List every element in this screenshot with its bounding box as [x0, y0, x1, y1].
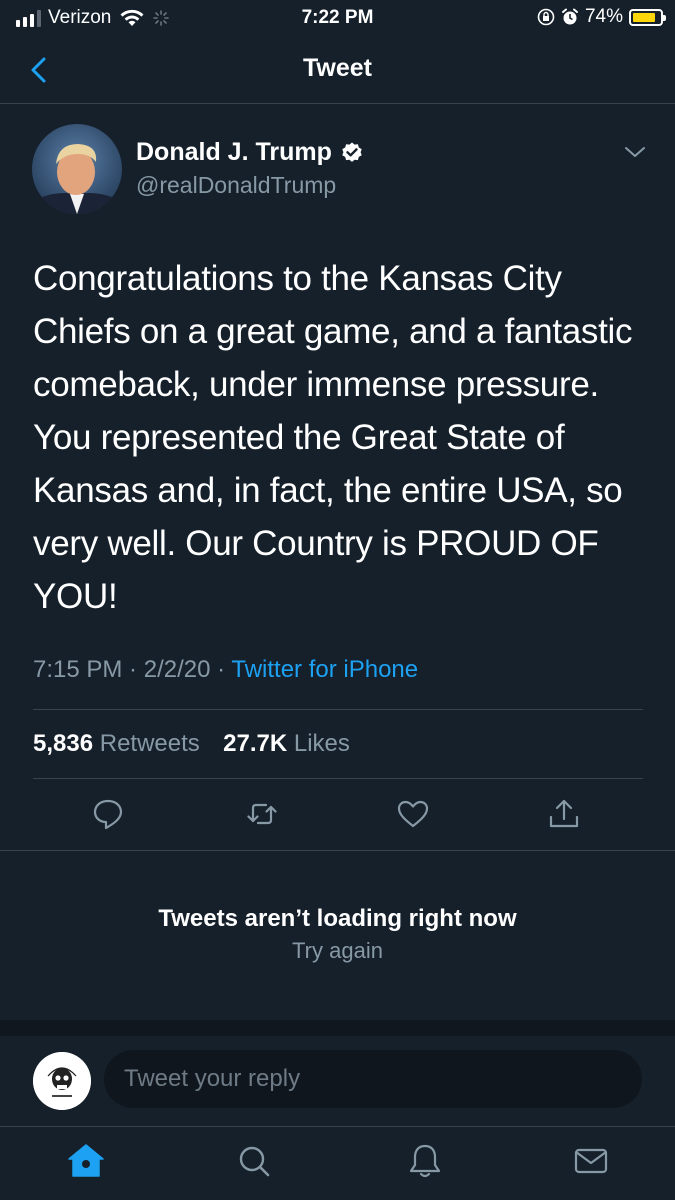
divider [0, 850, 675, 851]
tweet-source-link[interactable]: Twitter for iPhone [231, 656, 418, 683]
retweets-stat[interactable]: 5,836 Retweets [33, 730, 200, 757]
notifications-icon [409, 1144, 441, 1178]
status-bar: Verizon 7:22 PM 74% [0, 0, 675, 36]
tweet-time: 7:15 PM [33, 656, 123, 683]
tweet-text: Congratulations to the Kansas City Chief… [33, 259, 633, 616]
tab-notifications[interactable] [405, 1141, 445, 1181]
divider [33, 709, 643, 710]
battery-percent: 74% [584, 6, 623, 27]
battery-icon [629, 8, 666, 26]
tab-home[interactable] [66, 1141, 106, 1181]
tweet-meta: 7:15 PM · 2/2/20 · Twitter for iPhone [33, 656, 419, 683]
like-icon [397, 800, 429, 828]
reply-bar [0, 1036, 675, 1126]
retweet-icon [247, 803, 277, 825]
tweet-options-button[interactable] [623, 142, 647, 162]
messages-icon [574, 1148, 608, 1174]
reply-input[interactable] [104, 1050, 642, 1108]
try-again-button[interactable]: Try again [0, 938, 675, 964]
tab-messages[interactable] [571, 1141, 611, 1181]
author-name[interactable]: Donald J. Trump [136, 138, 364, 167]
reply-button[interactable] [91, 797, 125, 831]
home-icon [68, 1144, 104, 1177]
author-handle[interactable]: @realDonaldTrump [136, 172, 336, 199]
chevron-down-icon [625, 147, 645, 157]
likes-stat[interactable]: 27.7K Likes [223, 730, 350, 757]
reply-icon [93, 799, 123, 830]
share-button[interactable] [547, 797, 581, 831]
section-separator [0, 1020, 675, 1036]
orientation-lock-icon [537, 8, 555, 26]
share-icon [549, 799, 579, 828]
retweet-button[interactable] [245, 797, 279, 831]
divider [33, 778, 643, 779]
like-button[interactable] [396, 797, 430, 831]
tweet-actions [0, 797, 675, 837]
verified-badge-icon [342, 142, 362, 162]
error-message: Tweets aren’t loading right now [158, 905, 517, 932]
tweet-detail-screen: Verizon 7:22 PM 74% Tweet Donald J. Trum… [0, 0, 675, 1200]
tab-search[interactable] [234, 1141, 274, 1181]
author-avatar[interactable] [32, 124, 122, 214]
bottom-tab-bar [0, 1126, 675, 1200]
tweet-date: 2/2/20 [143, 656, 211, 683]
nav-header: Tweet [0, 36, 675, 104]
page-title: Tweet [303, 54, 372, 82]
user-avatar[interactable] [33, 1052, 91, 1110]
alarm-icon [561, 8, 578, 25]
tweet-stats: 5,836 Retweets 27.7K Likes [33, 730, 350, 758]
search-icon [239, 1146, 270, 1177]
